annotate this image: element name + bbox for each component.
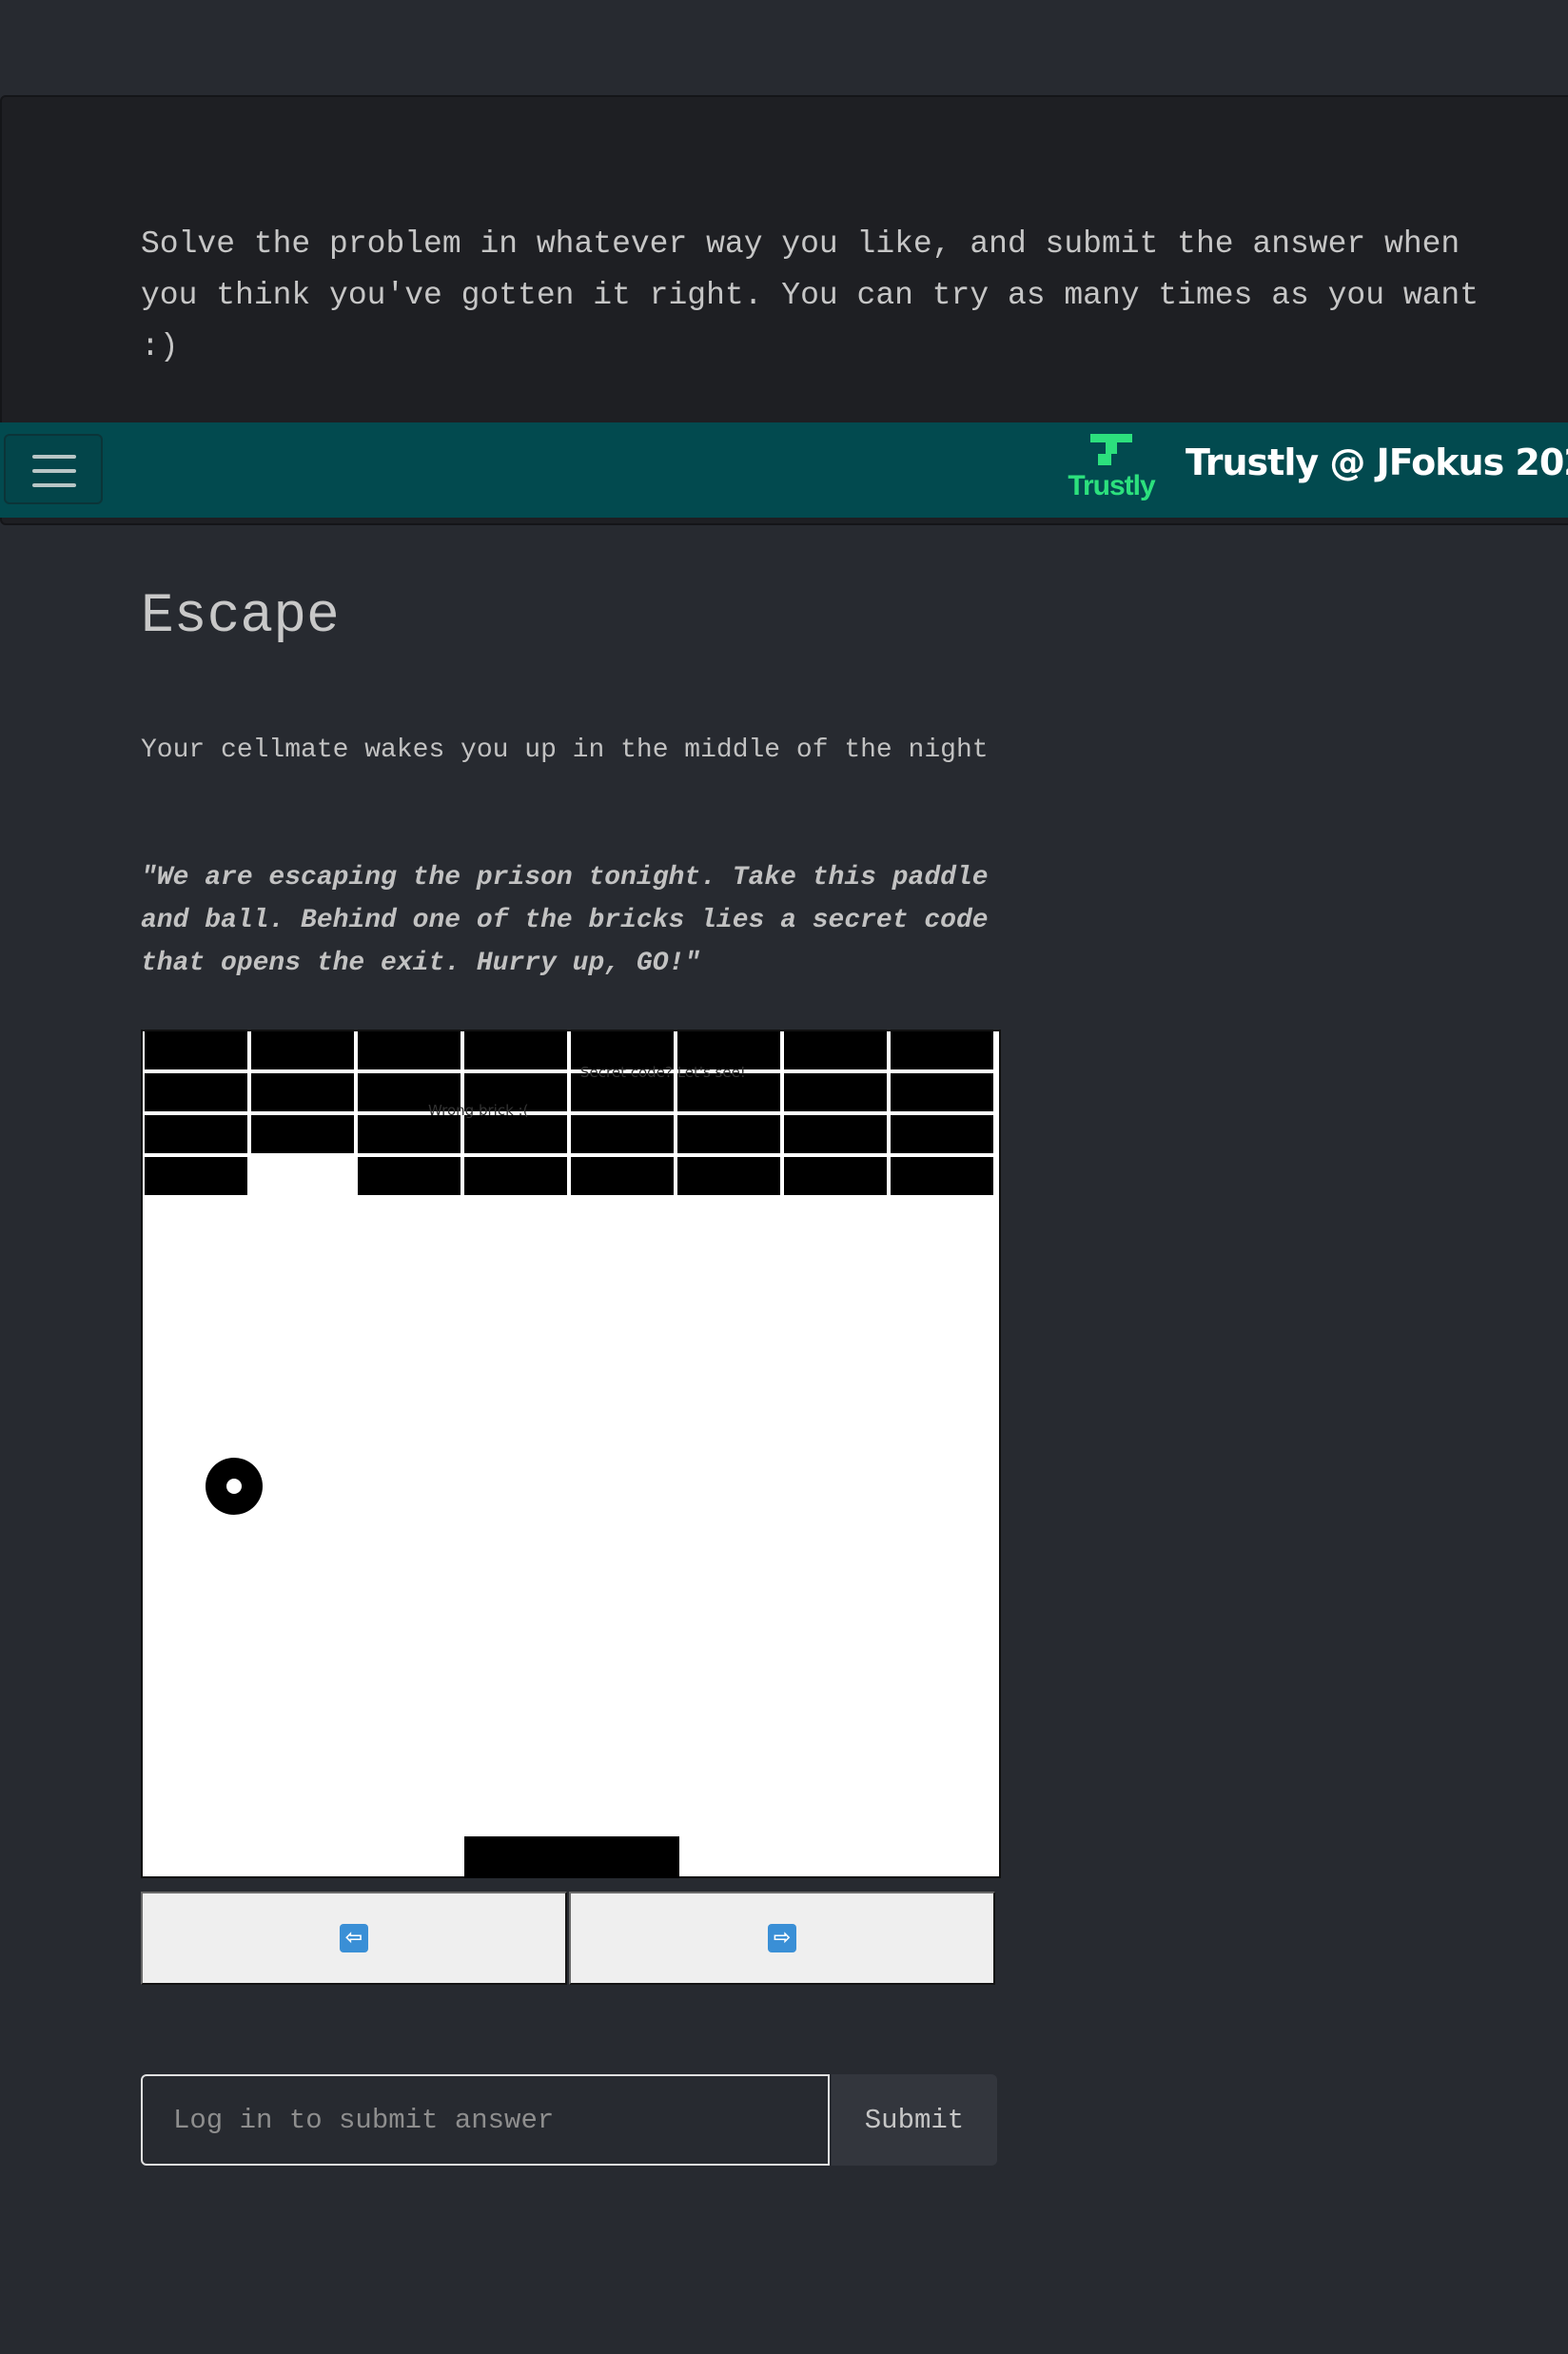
ball [206, 1458, 263, 1515]
brick [891, 1031, 993, 1069]
brick [784, 1073, 887, 1111]
brick [358, 1031, 461, 1069]
hamburger-icon-line [32, 469, 76, 473]
hamburger-icon-line [32, 483, 76, 487]
logo-text: Trustly [1068, 470, 1155, 501]
brick [784, 1031, 887, 1069]
brick [251, 1031, 354, 1069]
brick [145, 1157, 247, 1195]
hidden-brick-text: Secret code? Let's see! [580, 1064, 746, 1081]
brick [464, 1115, 567, 1153]
brick [358, 1115, 461, 1153]
brick [464, 1157, 567, 1195]
brick [464, 1031, 567, 1069]
right-arrow-icon: ⇨ [768, 1924, 796, 1952]
brick [891, 1157, 993, 1195]
menu-toggle-button[interactable] [4, 434, 103, 504]
hidden-brick-text: Wrong brick :( [428, 1102, 529, 1119]
move-right-button[interactable]: ⇨ [569, 1892, 995, 1985]
story-text: Your cellmate wakes you up in the middle… [141, 736, 989, 765]
game-canvas[interactable]: Secret code? Let's see! Wrong brick :( [141, 1030, 1001, 1878]
page-title: Escape [141, 586, 340, 648]
quote-text: "We are escaping the prison tonight. Tak… [141, 863, 989, 978]
brick [677, 1157, 780, 1195]
move-left-button[interactable]: ⇦ [141, 1892, 567, 1985]
intro-text: Solve the problem in whatever way you li… [141, 226, 1498, 364]
brick [891, 1115, 993, 1153]
brick [677, 1115, 780, 1153]
brick [251, 1073, 354, 1111]
trustly-logo[interactable]: Trustly [1064, 434, 1159, 510]
site-title[interactable]: Trustly @ JFokus 2022 [1186, 441, 1568, 483]
navbar: Trustly Trustly @ JFokus 2022 [0, 422, 1568, 518]
paddle[interactable] [464, 1836, 679, 1878]
brick [571, 1157, 674, 1195]
brick [784, 1115, 887, 1153]
brick [145, 1073, 247, 1111]
brick [784, 1157, 887, 1195]
brick [145, 1031, 247, 1069]
brick [358, 1157, 461, 1195]
brick [251, 1115, 354, 1153]
answer-input[interactable] [141, 2074, 830, 2166]
brick [145, 1115, 247, 1153]
trustly-logo-icon [1090, 434, 1132, 465]
submit-button[interactable]: Submit [832, 2074, 997, 2166]
left-arrow-icon: ⇦ [340, 1924, 368, 1952]
hamburger-icon-line [32, 455, 76, 459]
brick [571, 1115, 674, 1153]
brick [891, 1073, 993, 1111]
